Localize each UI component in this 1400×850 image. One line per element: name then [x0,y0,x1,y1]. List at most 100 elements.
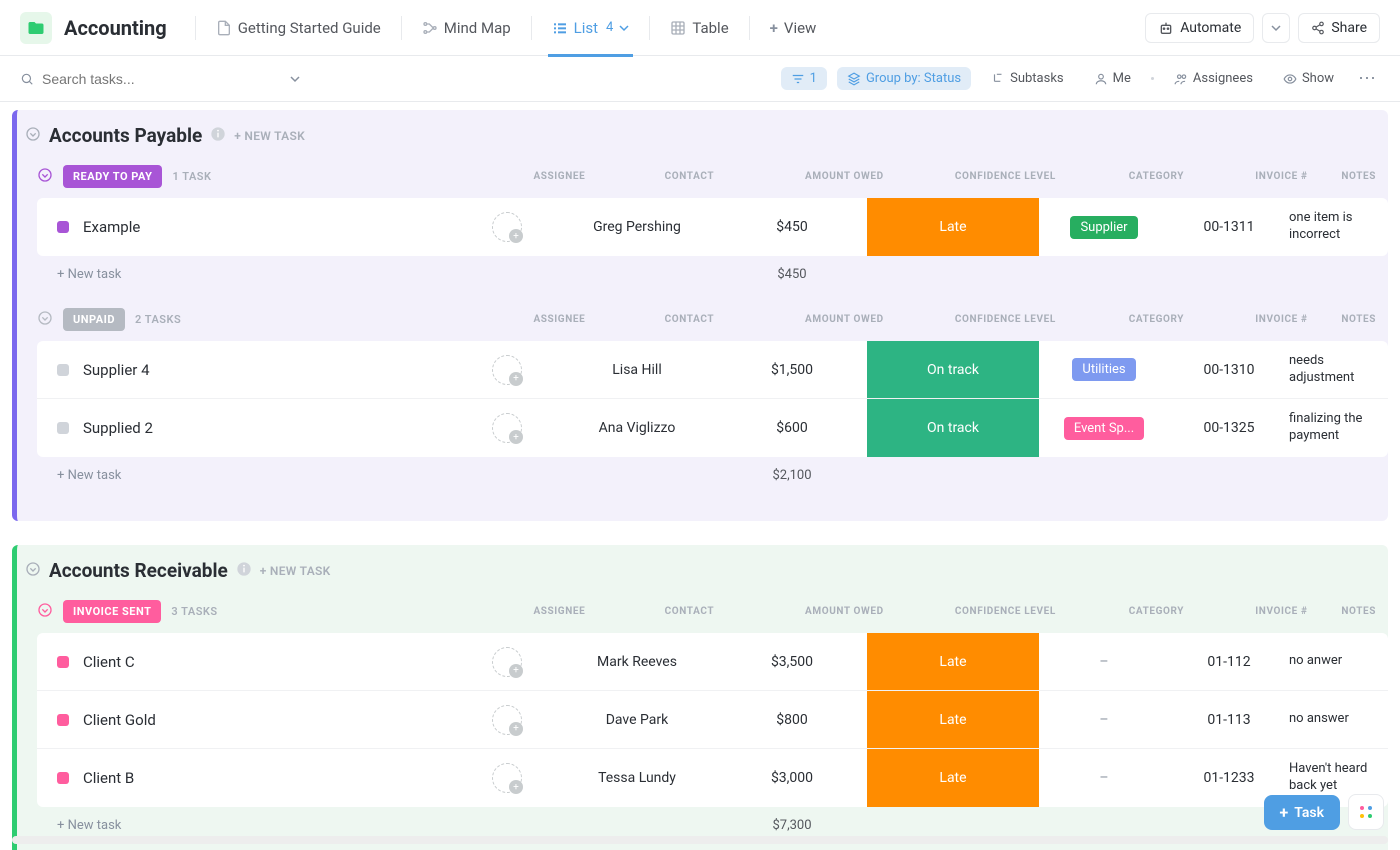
col-amount[interactable]: AMOUNT OWED [769,606,919,617]
invoice-value: 01-1233 [1169,770,1289,786]
group-ready-to-pay: READY TO PAY 1 TASK ASSIGNEE CONTACT AMO… [17,165,1388,308]
collapse-icon[interactable] [37,602,53,622]
notes-value: no answer [1289,711,1388,728]
col-contact[interactable]: CONTACT [609,171,769,182]
col-category[interactable]: CATEGORY [1091,314,1221,325]
collapse-icon[interactable] [25,561,41,581]
col-invoice[interactable]: INVOICE # [1221,606,1341,617]
collapse-icon[interactable] [37,167,53,187]
col-assignee[interactable]: ASSIGNEE [509,606,609,617]
subtasks-pill[interactable]: Subtasks [981,67,1074,90]
task-name: Client B [83,769,134,787]
assignee-add[interactable] [492,705,522,735]
assignee-add[interactable] [492,355,522,385]
confidence-value[interactable]: Late [867,691,1039,748]
share-button[interactable]: Share [1298,13,1380,43]
col-notes[interactable]: NOTES [1341,606,1388,617]
col-category[interactable]: CATEGORY [1091,606,1221,617]
more-menu[interactable]: ⋯ [1354,68,1380,89]
status-badge[interactable]: UNPAID [63,308,125,331]
col-assignee[interactable]: ASSIGNEE [509,314,609,325]
tab-getting-started[interactable]: Getting Started Guide [204,11,393,45]
horizontal-scrollbar[interactable] [12,836,1388,844]
category-empty: – [1099,770,1108,786]
col-notes[interactable]: NOTES [1341,171,1388,182]
show-pill[interactable]: Show [1273,67,1344,90]
tab-table[interactable]: Table [658,11,740,45]
filter-icon [791,72,805,86]
search-input[interactable] [42,71,282,87]
me-label: Me [1113,71,1131,86]
status-badge[interactable]: INVOICE SENT [63,600,161,623]
new-task-button[interactable]: + New task [37,468,457,483]
status-badge[interactable]: READY TO PAY [63,165,162,188]
task-row[interactable]: Supplier 4 Lisa Hill $1,500 On track Uti… [37,341,1388,399]
folder-new-task[interactable]: + NEW TASK [234,129,305,143]
confidence-value[interactable]: On track [867,399,1039,457]
fab-label: Task [1294,805,1324,821]
col-confidence[interactable]: CONFIDENCE LEVEL [919,314,1091,325]
sum-amount: $2,100 [717,468,867,483]
col-amount[interactable]: AMOUNT OWED [769,314,919,325]
col-assignee[interactable]: ASSIGNEE [509,171,609,182]
new-task-button[interactable]: + New task [37,267,457,282]
task-row[interactable]: Client Gold Dave Park $800 Late – 01-113… [37,691,1388,749]
category-tag[interactable]: Utilities [1072,358,1135,381]
assignee-add[interactable] [492,763,522,793]
task-row[interactable]: Client B Tessa Lundy $3,000 Late – 01-12… [37,749,1388,807]
col-confidence[interactable]: CONFIDENCE LEVEL [919,171,1091,182]
status-bullet [57,422,69,434]
info-icon[interactable] [210,126,226,146]
category-tag[interactable]: Supplier [1070,216,1137,239]
col-contact[interactable]: CONTACT [609,314,769,325]
top-header: Accounting Getting Started Guide Mind Ma… [0,0,1400,56]
sum-amount: $7,300 [717,818,867,833]
category-tag[interactable]: Event Sp... [1064,417,1144,440]
chevron-down-icon[interactable] [290,74,300,84]
notes-value: finalizing the payment [1289,411,1388,445]
task-row[interactable]: Supplied 2 Ana Viglizzo $600 On track Ev… [37,399,1388,457]
search-box[interactable] [20,71,300,87]
task-name: Example [83,218,140,236]
group-by-pill[interactable]: Group by: Status [837,67,971,90]
category-empty: – [1099,712,1108,728]
col-category[interactable]: CATEGORY [1091,171,1221,182]
category-empty: – [1099,654,1108,670]
tab-mind-map[interactable]: Mind Map [410,11,523,45]
me-pill[interactable]: Me [1084,67,1141,90]
assignee-add[interactable] [492,212,522,242]
col-contact[interactable]: CONTACT [609,606,769,617]
status-bullet [57,221,69,233]
col-notes[interactable]: NOTES [1341,314,1388,325]
collapse-icon[interactable] [25,126,41,146]
filter-count-pill[interactable]: 1 [781,67,827,90]
automate-button[interactable]: Automate [1145,13,1254,43]
folder-new-task[interactable]: + NEW TASK [260,564,331,578]
col-confidence[interactable]: CONFIDENCE LEVEL [919,606,1091,617]
assignees-pill[interactable]: Assignees [1164,67,1263,90]
assignee-add[interactable] [492,413,522,443]
fab-apps-button[interactable] [1348,794,1384,830]
col-amount[interactable]: AMOUNT OWED [769,171,919,182]
assignee-add[interactable] [492,647,522,677]
task-row[interactable]: Client C Mark Reeves $3,500 Late – 01-11… [37,633,1388,691]
task-row[interactable]: Example Greg Pershing $450 Late Supplier… [37,198,1388,256]
tab-add-view[interactable]: + View [758,11,829,45]
contact-value: Ana Viglizzo [557,420,717,436]
new-task-button[interactable]: + New task [37,818,457,833]
collapse-icon[interactable] [37,310,53,330]
fab-task-button[interactable]: + Task [1264,795,1340,830]
col-invoice[interactable]: INVOICE # [1221,314,1341,325]
status-bullet [57,364,69,376]
group-invoice-sent: INVOICE SENT 3 TASKS ASSIGNEE CONTACT AM… [17,600,1388,850]
confidence-value[interactable]: Late [867,749,1039,807]
info-icon[interactable] [236,561,252,581]
automate-dropdown[interactable] [1262,13,1290,43]
confidence-value[interactable]: On track [867,341,1039,398]
show-label: Show [1302,71,1334,86]
confidence-value[interactable]: Late [867,198,1039,256]
col-invoice[interactable]: INVOICE # [1221,171,1341,182]
tab-label: View [784,19,816,37]
confidence-value[interactable]: Late [867,633,1039,690]
tab-list[interactable]: List 4 [540,11,642,45]
